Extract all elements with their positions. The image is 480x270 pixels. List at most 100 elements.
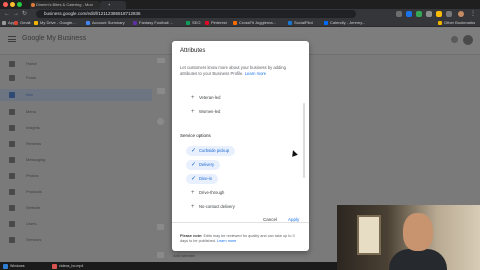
sidebar-item-reviews[interactable]: Reviews bbox=[0, 138, 152, 150]
sidebar-item-label: Reviews bbox=[26, 141, 42, 146]
browser-tab-strip: Dineen's Bites & Catering - Mon + bbox=[0, 0, 480, 9]
taskbar-label: Windows bbox=[10, 264, 25, 268]
bookmark-my-drive[interactable]: My Drive - Google... bbox=[34, 19, 76, 27]
sidebar-item-label: Services bbox=[26, 237, 42, 242]
sidebar-item-products[interactable]: Products bbox=[0, 186, 152, 198]
dialog-description: Let customers know more about your busin… bbox=[180, 65, 302, 76]
clock-icon bbox=[157, 88, 165, 94]
new-tab-button[interactable]: + bbox=[100, 1, 126, 9]
bookmark-label: SEO bbox=[192, 20, 201, 25]
account-avatar[interactable] bbox=[463, 35, 473, 45]
dialog-scrollbar[interactable] bbox=[303, 103, 305, 178]
learn-more-link[interactable]: Learn more bbox=[245, 71, 266, 76]
extension-icon[interactable] bbox=[436, 11, 442, 17]
maximize-window-icon[interactable] bbox=[17, 2, 22, 7]
bookmark-other-bookmarks[interactable]: Other Bookmarks bbox=[438, 19, 475, 27]
attribute-chip-veteran-led[interactable]: + Veteran-led bbox=[186, 93, 226, 103]
windows-icon bbox=[3, 263, 8, 269]
bookmark-socialpilot[interactable]: SocialPilot bbox=[288, 19, 313, 27]
plus-icon: + bbox=[191, 95, 195, 101]
sidebar-item-insights[interactable]: Insights bbox=[0, 122, 152, 134]
store-icon bbox=[9, 92, 15, 98]
webcam-overlay bbox=[337, 205, 480, 270]
bookmark-crossfit[interactable]: CrossFit Jugglerna... bbox=[233, 19, 276, 27]
sidebar-item-info[interactable]: Info bbox=[0, 89, 152, 101]
bookmark-fantasy-football[interactable]: Fantasy Football ... bbox=[133, 19, 173, 27]
back-arrow-icon[interactable]: ← bbox=[4, 10, 10, 18]
video-file-icon bbox=[52, 263, 57, 269]
extension-icon[interactable] bbox=[396, 11, 402, 17]
attribute-chip-no-contact-delivery[interactable]: + No-contact delivery bbox=[186, 202, 241, 212]
sidebar-nav: Home Posts Info Menu Insights Reviews Me… bbox=[0, 55, 152, 270]
check-icon: ✓ bbox=[191, 162, 197, 168]
profile-avatar-icon[interactable] bbox=[458, 11, 464, 17]
presenter-shirt bbox=[389, 249, 447, 270]
edit-pencil-icon[interactable] bbox=[157, 58, 165, 63]
menu-icon bbox=[9, 109, 15, 115]
url-field[interactable]: business.google.com/edit/l/1211238651871… bbox=[36, 10, 356, 18]
bookmark-label: Fantasy Football ... bbox=[139, 20, 174, 25]
taskbar-item-video[interactable]: videos_ho.mp4 bbox=[52, 263, 83, 269]
home-icon bbox=[9, 61, 15, 67]
bookmark-label: Calendly - Jeremy... bbox=[330, 20, 366, 25]
check-icon: ✓ bbox=[191, 148, 197, 154]
bookmark-calendly[interactable]: Calendly - Jeremy... bbox=[324, 19, 365, 27]
section-title: Service options bbox=[180, 133, 211, 138]
chip-label: No-contact delivery bbox=[199, 204, 235, 209]
posts-icon bbox=[9, 75, 15, 81]
extension-icon[interactable] bbox=[426, 11, 432, 17]
extension-icon[interactable] bbox=[446, 11, 452, 17]
bookmark-label: Account Summary bbox=[92, 20, 125, 25]
attribute-chip-drive-through[interactable]: + Drive-through bbox=[186, 188, 230, 198]
sidebar-item-photos[interactable]: Photos bbox=[0, 170, 152, 182]
users-icon bbox=[9, 221, 15, 227]
photos-icon bbox=[9, 173, 15, 179]
attributes-dialog: Attributes Let customers know more about… bbox=[172, 41, 309, 251]
chip-label: Delivery bbox=[199, 162, 215, 167]
sidebar-item-website[interactable]: Website bbox=[0, 202, 152, 214]
sidebar-item-home[interactable]: Home bbox=[0, 58, 152, 70]
taskbar-item-windows[interactable]: Windows bbox=[3, 263, 25, 269]
footer-note-label: Please note: bbox=[180, 234, 203, 238]
reload-icon[interactable]: ↻ bbox=[22, 10, 27, 18]
sidebar-item-label: Menu bbox=[26, 109, 37, 114]
bookmark-account-summary[interactable]: Account Summary bbox=[86, 19, 125, 27]
bookmark-seo[interactable]: SEO bbox=[186, 19, 200, 27]
sidebar-item-posts[interactable]: Posts bbox=[0, 72, 152, 84]
bookmark-label: Other Bookmarks bbox=[444, 20, 476, 25]
hamburger-menu-icon[interactable] bbox=[8, 36, 16, 42]
attribute-chip-dine-in[interactable]: ✓ Dine-in bbox=[186, 174, 219, 184]
sidebar-item-label: Users bbox=[26, 221, 37, 226]
sidebar-item-menu[interactable]: Menu bbox=[0, 106, 152, 118]
chip-label: Veteran-led bbox=[199, 95, 221, 100]
extension-icon[interactable] bbox=[406, 11, 412, 17]
extension-icon[interactable] bbox=[416, 11, 422, 17]
messaging-icon bbox=[9, 157, 15, 163]
sidebar-item-label: Photos bbox=[26, 173, 39, 178]
footer-learn-more-link[interactable]: Learn more bbox=[217, 239, 236, 243]
services-icon bbox=[9, 237, 15, 243]
close-window-icon[interactable] bbox=[3, 2, 8, 7]
app-brand-title: Google My Business bbox=[22, 35, 87, 42]
attribute-chip-delivery[interactable]: ✓ Delivery bbox=[186, 160, 221, 170]
attribute-chip-curbside-pickup[interactable]: ✓ Curbside pickup bbox=[186, 146, 236, 156]
sidebar-item-label: Insights bbox=[26, 125, 40, 130]
browser-tab-title: Dineen's Bites & Catering - Mon bbox=[36, 2, 93, 7]
url-text: business.google.com/edit/l/1211238651871… bbox=[44, 11, 141, 16]
sidebar-item-messaging[interactable]: Messaging bbox=[0, 154, 152, 166]
apps-grid-icon[interactable] bbox=[451, 36, 458, 43]
browser-menu-icon[interactable]: ⋮ bbox=[470, 10, 476, 18]
sidebar-item-services[interactable]: Services bbox=[0, 234, 152, 246]
bookmark-pinterest[interactable]: Pinterest bbox=[205, 19, 227, 27]
presenter-face bbox=[403, 213, 433, 251]
browser-tab-active[interactable]: Dineen's Bites & Catering - Mon bbox=[30, 1, 100, 9]
sidebar-item-users[interactable]: Users bbox=[0, 218, 152, 230]
forward-arrow-icon[interactable]: → bbox=[13, 10, 19, 18]
attribute-chip-women-led[interactable]: + Women-led bbox=[186, 107, 226, 117]
website-icon bbox=[157, 224, 164, 230]
sidebar-item-label: Info bbox=[26, 92, 33, 97]
bookmark-gmail[interactable]: Gmail bbox=[14, 19, 30, 27]
minimize-window-icon[interactable] bbox=[10, 2, 15, 7]
dialog-footer-note: Please note: Edits may be reviewed for q… bbox=[180, 234, 302, 244]
add-website-link[interactable]: Add website bbox=[173, 253, 195, 258]
